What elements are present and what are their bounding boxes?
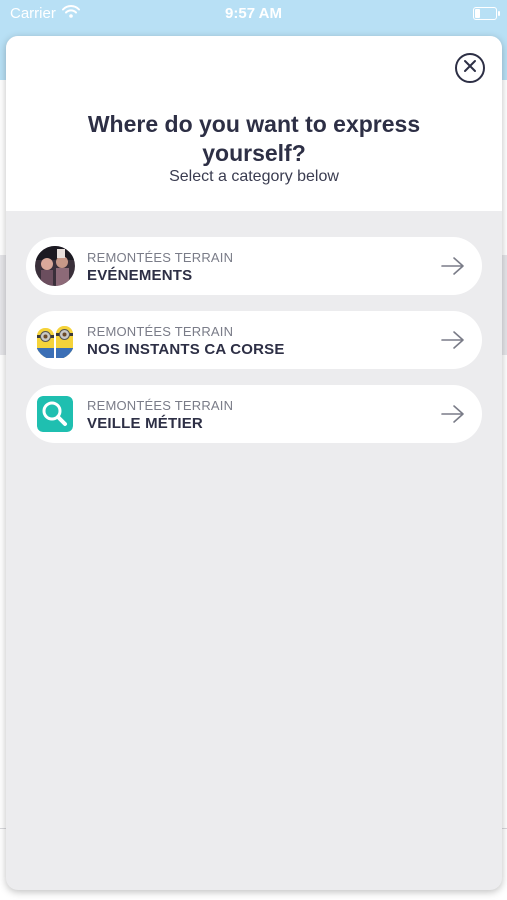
arrow-right-icon [440,404,466,424]
card-title: EVÉNEMENTS [87,267,193,284]
arrow-right-icon [440,330,466,350]
card-kicker: REMONTÉES TERRAIN [87,398,234,413]
category-list: REMONTÉES TERRAIN EVÉNEMENTS REMONTÉES T… [26,237,482,459]
battery-icon [473,7,500,20]
card-text: REMONTÉES TERRAIN NOS INSTANTS CA CORSE [87,324,285,358]
card-title: NOS INSTANTS CA CORSE [87,341,285,358]
event-photo-icon [35,246,75,286]
arrow-right-icon [440,256,466,276]
status-time: 9:57 AM [225,5,282,22]
status-bar: Carrier 9:57 AM [0,0,507,30]
sheet-header: Where do you want to express yourself? S… [6,36,502,211]
card-kicker: REMONTÉES TERRAIN [87,324,234,339]
category-card-nos-instants-ca-corse[interactable]: REMONTÉES TERRAIN NOS INSTANTS CA CORSE [26,311,482,369]
category-card-veille-metier[interactable]: REMONTÉES TERRAIN VEILLE MÉTIER [26,385,482,443]
card-text: REMONTÉES TERRAIN EVÉNEMENTS [87,250,233,284]
search-icon [37,396,73,432]
card-title: VEILLE MÉTIER [87,415,203,432]
sheet-subtitle: Select a category below [169,168,339,185]
category-sheet: Where do you want to express yourself? S… [6,36,502,890]
close-icon [463,59,477,78]
card-kicker: REMONTÉES TERRAIN [87,250,234,265]
category-card-evenements[interactable]: REMONTÉES TERRAIN EVÉNEMENTS [26,237,482,295]
card-text: REMONTÉES TERRAIN VEILLE MÉTIER [87,398,233,432]
minions-icon [35,320,75,360]
sheet-title: Where do you want to express yourself? [87,111,421,166]
close-button[interactable] [455,53,485,83]
